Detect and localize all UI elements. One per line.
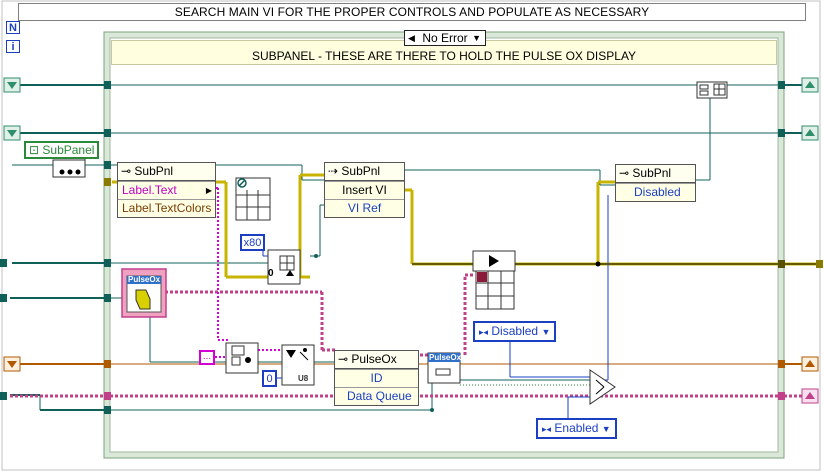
search-banner: SEARCH MAIN VI FOR THE PROPER CONTROLS A… [18,3,806,21]
subpanel-terminal-icon: ⊡ [29,143,40,157]
search-node [225,342,259,374]
bundle-node [696,81,728,99]
pulseox-node-title: PulseOx [351,352,397,366]
junction-dot [314,254,318,258]
property-label-textcolors[interactable]: Label.TextColors [118,199,215,217]
x80-constant[interactable]: x80 [240,234,265,251]
invoke-method: Insert VI [325,181,404,199]
pulseox-node-icon: ⊸ [338,352,349,366]
invoke-play-node [472,250,516,272]
zero-constant-a: 0 [268,268,274,279]
disabled-enum-constant[interactable]: ▸◂ Disabled ▼ [473,321,557,342]
subpanel-ctl-node [52,159,86,178]
pulseox-prop-id[interactable]: ID [335,369,418,387]
invoke-node-header: ⇢ SubPnl [325,163,404,181]
invoke-node-title: SubPnl [341,164,381,178]
property-node-2-title: SubPnl [632,166,672,180]
table-icon-2 [475,270,515,310]
junction-dot [430,408,434,412]
pulseox-node-header: ⊸ PulseOx [335,351,418,369]
subpanel-terminal-label: SubPanel [42,143,95,157]
invoke-icon: ⇢ [328,164,339,178]
loop-iteration-terminal[interactable]: i [6,40,20,53]
dropdown-icon[interactable]: ▼ [472,31,481,45]
junction-dot [595,261,601,267]
case-structure-inner [109,37,779,453]
enum-selector-icon: ▸◂ [479,327,489,337]
enum-dropdown-icon-2[interactable]: ▼ [602,424,611,434]
pulseox-property-node[interactable]: ⊸ PulseOx ID Data Queue [334,350,419,406]
subpanel-terminal[interactable]: ⊡ SubPanel [24,141,100,159]
table-icon-1 [235,177,271,221]
case-selector-label: No Error [422,31,468,45]
property-node-2-header: ⊸ SubPnl [616,165,695,183]
property-disabled[interactable]: Disabled [616,183,695,201]
subpanel-invoke-node[interactable]: ⇢ SubPnl Insert VI VI Ref [324,162,405,218]
invoke-param-vi-ref[interactable]: VI Ref [325,199,404,217]
class-constant-label: PulseOx [128,275,161,284]
u8-label: U8 [298,374,309,383]
loop-count-terminal[interactable]: N [6,21,20,34]
property-node-2-icon: ⊸ [619,166,630,180]
property-label-text[interactable]: Label.Text ▶ [118,181,215,199]
property-node-header: ⊸ SubPnl [118,163,215,181]
property-node-title: SubPnl [134,164,174,178]
zero-constant-b[interactable]: 0 [262,370,277,387]
subpanel-property-node-2[interactable]: ⊸ SubPnl Disabled [615,164,696,202]
pulseox-ref-label: PulseOx [429,353,462,362]
string-constant[interactable]: ... [199,350,215,365]
enum-dropdown-icon[interactable]: ▼ [541,327,550,337]
subpanel-property-node-1[interactable]: ⊸ SubPnl Label.Text ▶ Label.TextColors [117,162,216,218]
pulseox-prop-data-queue[interactable]: Data Queue [335,387,418,405]
case-selector[interactable]: ◀ No Error ▼ [404,30,486,46]
enabled-enum-constant[interactable]: ▸◂ Enabled ▼ [536,418,617,439]
decrement-arrow-icon[interactable]: ◀ [408,31,415,45]
enum-selector-icon-2: ▸◂ [542,424,552,434]
property-node-icon: ⊸ [121,164,132,178]
